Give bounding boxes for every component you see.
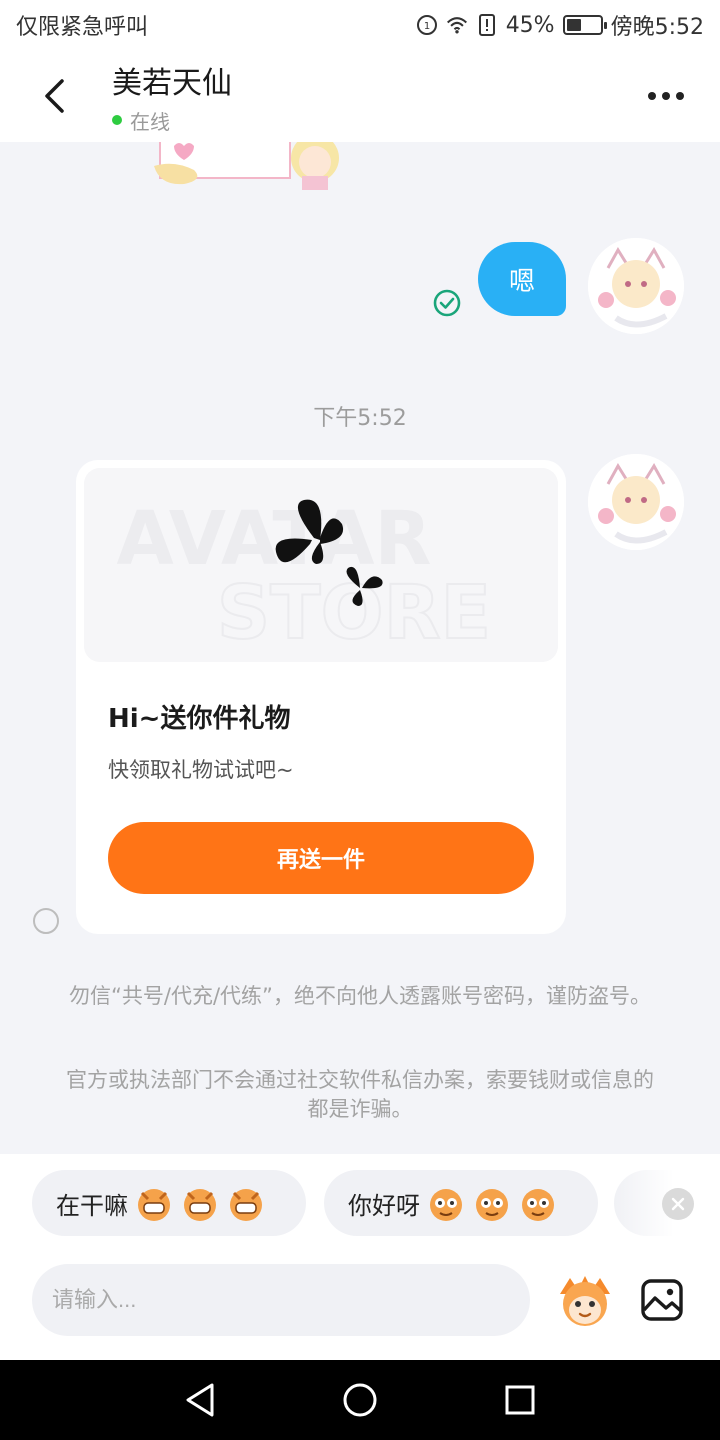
read-check-icon [433, 289, 461, 317]
security-notice: 勿信“共号/代充/代练”，绝不向他人透露账号密码，谨防盗号。 [69, 984, 651, 1008]
chat-header: 美若天仙 在线 [0, 50, 720, 142]
chat-area[interactable]: 嗯 下午5:52 AVATAR STORE Hi~送你件礼物 快领取礼物试试吧~… [0, 142, 720, 1154]
my-avatar[interactable] [588, 454, 684, 550]
nav-back-button[interactable] [178, 1378, 222, 1422]
close-icon [671, 1197, 685, 1211]
smiling-emoji-icon [476, 1189, 508, 1221]
nav-home-button[interactable] [338, 1378, 382, 1422]
battery-percent: 45% [505, 12, 555, 38]
quick-reply-chip[interactable]: 在干嘛 [32, 1170, 306, 1236]
status-bar: 仅限紧急呼叫 1 45% 傍晚5:52 [0, 0, 720, 50]
carrier-text: 仅限紧急呼叫 [16, 15, 149, 40]
triangle-back-icon [186, 1383, 214, 1417]
input-bar [0, 1258, 720, 1360]
avatar-image [588, 238, 684, 334]
message-input[interactable] [32, 1264, 530, 1336]
quick-reply-bar: 在干嘛 你好呀 [0, 1154, 720, 1258]
more-dots-icon [648, 92, 656, 100]
more-dot [676, 92, 684, 100]
circle-home-icon [343, 1383, 377, 1417]
sim-alert-icon [476, 14, 498, 36]
chevron-left-icon [45, 79, 64, 113]
nav-recents-button[interactable] [498, 1378, 542, 1422]
close-quick-replies-button[interactable] [662, 1188, 694, 1220]
gift-card-title: Hi~送你件礼物 [108, 704, 291, 734]
laughing-emoji-icon [230, 1189, 262, 1221]
back-button[interactable] [24, 66, 84, 126]
contact-name: 美若天仙 [112, 65, 232, 101]
avatar-store-graphic: AVATAR STORE [84, 468, 558, 662]
outgoing-message-bubble[interactable]: 嗯 [478, 242, 566, 316]
send-another-gift-button[interactable]: 再送一件 [108, 822, 534, 894]
contact-info: 美若天仙 在线 [112, 58, 232, 135]
more-options-button[interactable] [642, 76, 690, 116]
more-dot [662, 92, 670, 100]
data-saver-icon: 1 [416, 14, 438, 36]
smiling-emoji-icon [522, 1189, 554, 1221]
online-dot-icon [112, 115, 122, 125]
wifi-icon [446, 14, 468, 36]
system-nav-bar [0, 1360, 720, 1440]
laughing-emoji-icon [184, 1189, 216, 1221]
unread-status-icon [33, 908, 59, 934]
gift-card[interactable]: AVATAR STORE Hi~送你件礼物 快领取礼物试试吧~ 再送一件 [76, 460, 566, 934]
gift-image: AVATAR STORE [84, 468, 558, 662]
square-recents-icon [505, 1385, 535, 1415]
emoji-button[interactable] [554, 1272, 616, 1328]
quick-reply-label: 你好呀 [348, 1191, 420, 1220]
quick-reply-chip[interactable]: 你好呀 [324, 1170, 598, 1236]
battery-icon [562, 15, 607, 35]
sticker-image[interactable] [150, 142, 350, 192]
clock-text: 傍晚5:52 [610, 15, 704, 40]
online-status-label: 在线 [130, 109, 170, 134]
image-picker-icon[interactable] [640, 1278, 684, 1322]
online-status: 在线 [112, 106, 232, 135]
quick-reply-label: 在干嘛 [56, 1191, 128, 1220]
my-avatar[interactable] [588, 238, 684, 334]
svg-text:1: 1 [424, 21, 430, 32]
status-icons: 1 45% 傍晚5:52 [416, 9, 704, 41]
fraud-notice: 官方或执法部门不会通过社交软件私信办案，索要钱财或信息的都是诈骗。 [66, 1068, 654, 1121]
message-timestamp: 下午5:52 [313, 406, 407, 431]
gift-card-subtitle: 快领取礼物试试吧~ [108, 758, 294, 782]
laughing-emoji-icon [138, 1189, 170, 1221]
avatar-image [588, 454, 684, 550]
smiling-emoji-icon [430, 1189, 462, 1221]
